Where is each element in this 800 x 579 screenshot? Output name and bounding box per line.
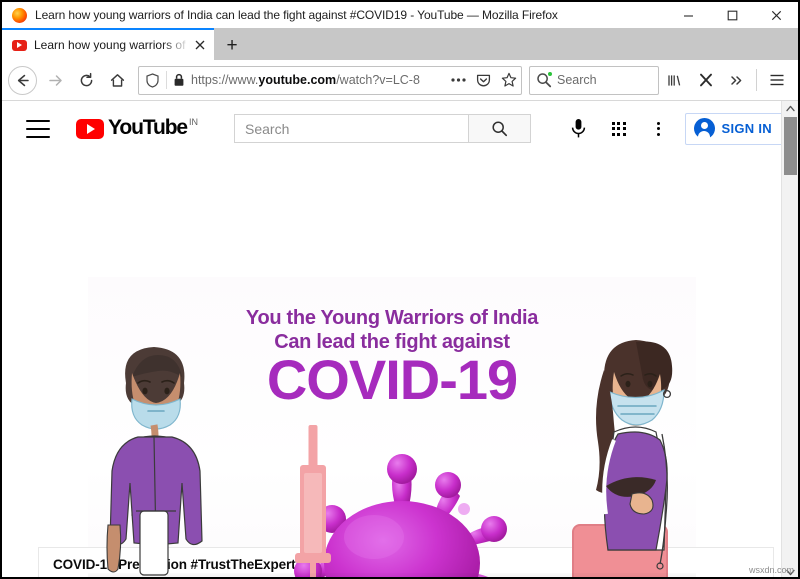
youtube-favicon-icon: [12, 40, 27, 51]
youtube-logo[interactable]: YouTube IN: [76, 118, 198, 139]
guide-menu-icon[interactable]: [26, 120, 50, 138]
window-title: Learn how young warriors of India can le…: [35, 8, 558, 22]
account-avatar-icon: [694, 118, 715, 139]
youtube-logo-text: YouTube: [108, 118, 187, 138]
scrollbar-thumb[interactable]: [784, 117, 797, 175]
syringe-illustration: [293, 425, 333, 579]
url-prefix: https://www.: [191, 73, 258, 87]
tab-title: Learn how young warriors of In: [34, 38, 190, 52]
youtube-search: Search: [234, 114, 531, 143]
more-options-icon[interactable]: [639, 109, 679, 149]
reload-button[interactable]: [71, 65, 102, 96]
player-controls: 0:02 / 1:01: [88, 573, 696, 579]
sign-in-button[interactable]: SIGN IN: [685, 113, 785, 145]
voice-search-icon[interactable]: [559, 109, 599, 149]
site-watermark: wsxdn.com: [749, 565, 794, 575]
youtube-country-code: IN: [189, 117, 198, 127]
browser-window: Learn how young warriors of India can le…: [0, 0, 800, 579]
youtube-search-input[interactable]: Search: [234, 114, 469, 143]
youtube-masthead: YouTube IN Search: [2, 101, 798, 156]
firefox-logo-icon: [12, 8, 27, 23]
padlock-icon[interactable]: [167, 73, 191, 87]
masthead-actions: SIGN IN: [559, 109, 785, 149]
search-bar[interactable]: Search: [529, 66, 659, 95]
chevron-double-right-icon[interactable]: [721, 65, 752, 96]
headline-line-1: You the Young Warriors of India: [88, 307, 696, 330]
new-tab-button[interactable]: +: [214, 31, 250, 60]
library-icon[interactable]: [659, 65, 690, 96]
page-scrollbar[interactable]: [781, 101, 798, 579]
back-button[interactable]: [8, 66, 37, 95]
minimize-button[interactable]: [666, 2, 710, 28]
page-content: YouTube IN Search: [2, 101, 798, 579]
url-suffix: /watch?v=LC-8: [336, 73, 420, 87]
home-button[interactable]: [102, 65, 133, 96]
window-titlebar: Learn how young warriors of India can le…: [2, 2, 798, 28]
ellipsis-icon[interactable]: [446, 68, 471, 93]
pocket-icon[interactable]: [471, 68, 496, 93]
window-controls: [666, 2, 798, 28]
video-headline: You the Young Warriors of India Can lead…: [88, 307, 696, 408]
hamburger-menu-icon[interactable]: [761, 65, 792, 96]
video-player[interactable]: You the Young Warriors of India Can lead…: [88, 277, 696, 579]
close-button[interactable]: [754, 2, 798, 28]
search-icon: [536, 72, 554, 88]
navigation-toolbar: https://www.youtube.com/watch?v=LC-8 Sea…: [2, 60, 798, 101]
star-icon[interactable]: [496, 68, 521, 93]
maximize-button[interactable]: [710, 2, 754, 28]
search-placeholder: Search: [557, 73, 597, 87]
headline-line-3: COVID-19: [88, 352, 696, 408]
youtube-play-icon: [76, 119, 104, 139]
tracking-protection-icon[interactable]: [139, 71, 167, 89]
youtube-search-placeholder: Search: [245, 121, 289, 137]
url-text[interactable]: https://www.youtube.com/watch?v=LC-8: [191, 73, 446, 87]
forward-button[interactable]: [40, 65, 71, 96]
tab-strip: Learn how young warriors of In +: [2, 28, 798, 60]
toolbar-separator: [756, 69, 757, 91]
search-engine-badge: [547, 71, 553, 77]
address-bar[interactable]: https://www.youtube.com/watch?v=LC-8: [138, 66, 522, 95]
tab-close-icon[interactable]: [190, 35, 210, 55]
scroll-up-arrow-icon[interactable]: [782, 101, 798, 116]
extension-x-icon[interactable]: [690, 65, 721, 96]
browser-tab[interactable]: Learn how young warriors of In: [2, 28, 214, 60]
sign-in-label: SIGN IN: [722, 121, 773, 136]
youtube-search-button[interactable]: [469, 114, 531, 143]
youtube-apps-icon[interactable]: [599, 109, 639, 149]
url-domain: youtube.com: [258, 73, 336, 87]
